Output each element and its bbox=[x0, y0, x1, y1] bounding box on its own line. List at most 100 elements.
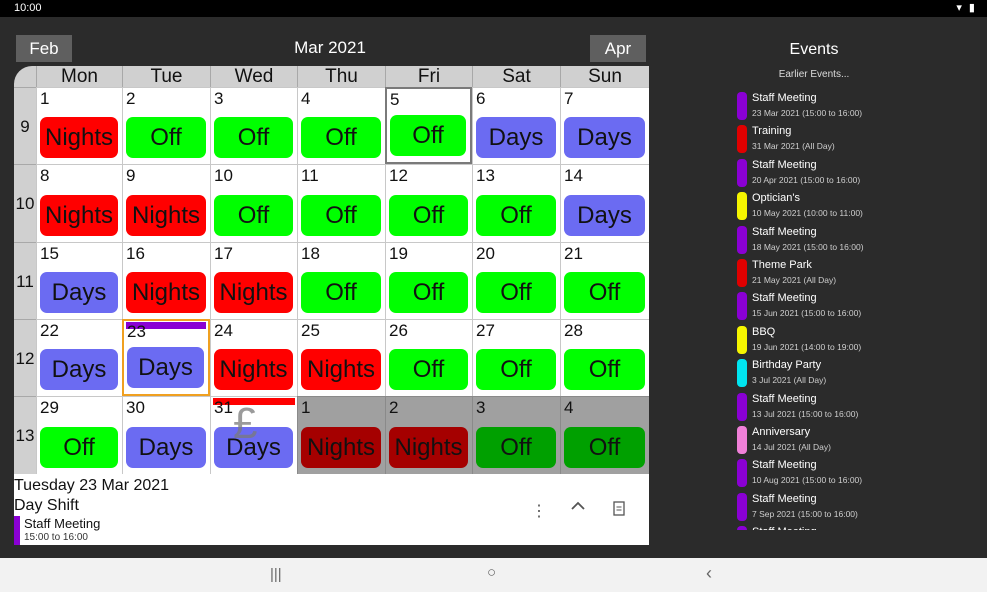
detail-event-color-strip bbox=[14, 516, 20, 545]
calendar-day-cell[interactable]: 21 Off bbox=[560, 242, 649, 319]
calendar-day-cell[interactable]: 9 Nights bbox=[122, 164, 210, 242]
calendar-day-cell[interactable]: 11 Off bbox=[297, 164, 385, 242]
calendar-day-cell[interactable]: 31 Days £ bbox=[210, 396, 297, 474]
calendar-day-cell[interactable]: 24 Nights bbox=[210, 319, 297, 396]
day-number: 9 bbox=[126, 166, 136, 185]
event-title: Staff Meeting bbox=[752, 225, 817, 238]
calendar-day-cell[interactable]: 2 Off bbox=[122, 87, 210, 164]
calendar-day-cell[interactable]: 18 Off bbox=[297, 242, 385, 319]
event-title: BBQ bbox=[752, 325, 776, 338]
calendar-day-cell[interactable]: 5 Off bbox=[385, 87, 472, 164]
shift-badge: Days bbox=[564, 195, 645, 236]
calendar-day-cell[interactable]: 30 Days bbox=[122, 396, 210, 474]
event-list-item[interactable]: Staff Meeting 20 Apr 2021 (15:00 to 16:00… bbox=[737, 157, 917, 187]
calendar-day-cell[interactable]: 28 Off bbox=[560, 319, 649, 396]
event-title: Anniversary bbox=[752, 426, 811, 438]
shift-badge: Nights bbox=[301, 427, 381, 468]
day-number: 5 bbox=[390, 90, 400, 109]
shift-badge: Days bbox=[476, 117, 556, 158]
detail-shift: Day Shift bbox=[14, 497, 79, 514]
calendar-day-cell[interactable]: 10 Off bbox=[210, 164, 297, 242]
calendar-corner bbox=[14, 66, 36, 87]
calendar-day-cell[interactable]: 3 Off bbox=[210, 87, 297, 164]
calendar-day-cell[interactable]: 17 Nights bbox=[210, 242, 297, 319]
chevron-up-icon[interactable] bbox=[570, 498, 586, 519]
shift-badge: Nights bbox=[126, 195, 206, 236]
day-of-week-header: Wed bbox=[210, 66, 297, 87]
calendar-day-cell[interactable]: 12 Off bbox=[385, 164, 472, 242]
calendar-day-cell[interactable]: 4 Off bbox=[297, 87, 385, 164]
event-list-item[interactable]: Staff Meeting bbox=[737, 524, 917, 530]
event-list-item[interactable]: Training 31 Mar 2021 (All Day) bbox=[737, 123, 917, 154]
event-color-strip bbox=[737, 225, 747, 254]
day-number: 2 bbox=[389, 398, 399, 417]
event-list-item[interactable]: Anniversary 14 Jul 2021 (All Day) bbox=[737, 424, 917, 454]
event-list-item[interactable]: Theme Park 21 May 2021 (All Day) bbox=[737, 257, 917, 287]
detail-event-title[interactable]: Staff Meeting bbox=[24, 516, 100, 531]
event-list-item[interactable]: Staff Meeting 15 Jun 2021 (15:00 to 16:00… bbox=[737, 290, 917, 321]
calendar-day-cell[interactable]: 6 Days bbox=[472, 87, 560, 164]
calendar-day-cell[interactable]: 26 Off bbox=[385, 319, 472, 396]
more-vert-icon[interactable]: ⋮ bbox=[531, 501, 547, 521]
earlier-events-link[interactable]: Earlier Events... bbox=[740, 69, 888, 80]
day-number: 27 bbox=[476, 321, 495, 340]
day-number: 20 bbox=[476, 244, 495, 263]
next-month-button[interactable]: Apr bbox=[590, 35, 646, 62]
day-number: 6 bbox=[476, 89, 486, 108]
calendar-day-cell[interactable]: 8 Nights bbox=[36, 164, 122, 242]
recent-apps-button[interactable]: ||| bbox=[270, 566, 282, 583]
shift-badge: Off bbox=[214, 117, 293, 158]
event-list-item[interactable]: Optician's 10 May 2021 (10:00 to 11:00) bbox=[737, 190, 917, 221]
shift-badge: Off bbox=[476, 272, 556, 313]
event-list-item[interactable]: Staff Meeting 13 Jul 2021 (15:00 to 16:00… bbox=[737, 391, 917, 421]
calendar-grid: Mon Tue Wed Thu Fri Sat Sun 9 1 Nights 2 Off 3 Off 4 Of… bbox=[14, 66, 649, 474]
day-number: 17 bbox=[214, 244, 233, 263]
status-bar: 10:00 ▾ ▮ bbox=[0, 0, 987, 17]
calendar-day-cell[interactable]: 3 Off bbox=[472, 396, 560, 474]
day-number: 30 bbox=[126, 398, 145, 417]
event-color-strip bbox=[737, 426, 747, 454]
event-list-item[interactable]: Birthday Party 3 Jul 2021 (All Day) bbox=[737, 357, 917, 388]
event-title: Staff Meeting bbox=[752, 392, 817, 405]
calendar-day-cell[interactable]: 2 Nights bbox=[385, 396, 472, 474]
events-list[interactable]: Staff Meeting 23 Mar 2021 (15:00 to 16:00… bbox=[737, 90, 917, 530]
calendar-day-cell[interactable]: 14 Days bbox=[560, 164, 649, 242]
calendar-day-cell[interactable]: 19 Off bbox=[385, 242, 472, 319]
event-title: Optician's bbox=[752, 192, 800, 205]
calendar-day-cell[interactable]: 15 Days bbox=[36, 242, 122, 319]
home-button[interactable]: ○ bbox=[487, 564, 496, 581]
calendar-day-cell[interactable]: 29 Off bbox=[36, 396, 122, 474]
calendar-day-cell[interactable]: 22 Days bbox=[36, 319, 122, 396]
event-list-item[interactable]: BBQ 19 Jun 2021 (14:00 to 19:00) bbox=[737, 324, 917, 354]
calendar-day-cell[interactable]: 16 Nights bbox=[122, 242, 210, 319]
calendar-day-cell[interactable]: 7 Days bbox=[560, 87, 649, 164]
calendar-day-cell[interactable]: 4 Off bbox=[560, 396, 649, 474]
event-color-strip bbox=[737, 192, 747, 221]
calendar-day-cell[interactable]: 23 Days bbox=[122, 319, 210, 396]
event-list-item[interactable]: Staff Meeting 7 Sep 2021 (15:00 to 16:00) bbox=[737, 491, 917, 521]
event-list-item[interactable]: Staff Meeting 10 Aug 2021 (15:00 to 16:00… bbox=[737, 457, 917, 488]
shift-badge: Off bbox=[476, 349, 556, 390]
calendar-day-cell[interactable]: 25 Nights bbox=[297, 319, 385, 396]
day-number: 11 bbox=[301, 166, 319, 185]
calendar-day-cell[interactable]: 20 Off bbox=[472, 242, 560, 319]
shift-badge: Days bbox=[40, 272, 118, 313]
event-subtitle: 7 Sep 2021 (15:00 to 16:00) bbox=[752, 508, 858, 519]
event-color-strip bbox=[737, 526, 747, 530]
event-list-item[interactable]: Staff Meeting 18 May 2021 (15:00 to 16:00… bbox=[737, 224, 917, 254]
event-subtitle: 23 Mar 2021 (15:00 to 16:00) bbox=[752, 108, 863, 118]
note-icon[interactable] bbox=[613, 501, 625, 521]
system-nav-bar: ||| ○ ‹ bbox=[0, 558, 987, 592]
event-color-strip bbox=[737, 359, 747, 388]
prev-month-button[interactable]: Feb bbox=[16, 35, 72, 62]
shift-badge: Days bbox=[40, 349, 118, 390]
calendar-day-cell[interactable]: 1 Nights bbox=[297, 396, 385, 474]
shift-badge: Off bbox=[389, 195, 468, 236]
back-button[interactable]: ‹ bbox=[706, 563, 712, 584]
event-list-item[interactable]: Staff Meeting 23 Mar 2021 (15:00 to 16:00… bbox=[737, 90, 917, 120]
day-number: 28 bbox=[564, 321, 583, 340]
calendar-day-cell[interactable]: 27 Off bbox=[472, 319, 560, 396]
calendar-day-cell[interactable]: 1 Nights bbox=[36, 87, 122, 164]
calendar-day-cell[interactable]: 13 Off bbox=[472, 164, 560, 242]
event-subtitle: 10 Aug 2021 (15:00 to 16:00) bbox=[752, 475, 863, 486]
